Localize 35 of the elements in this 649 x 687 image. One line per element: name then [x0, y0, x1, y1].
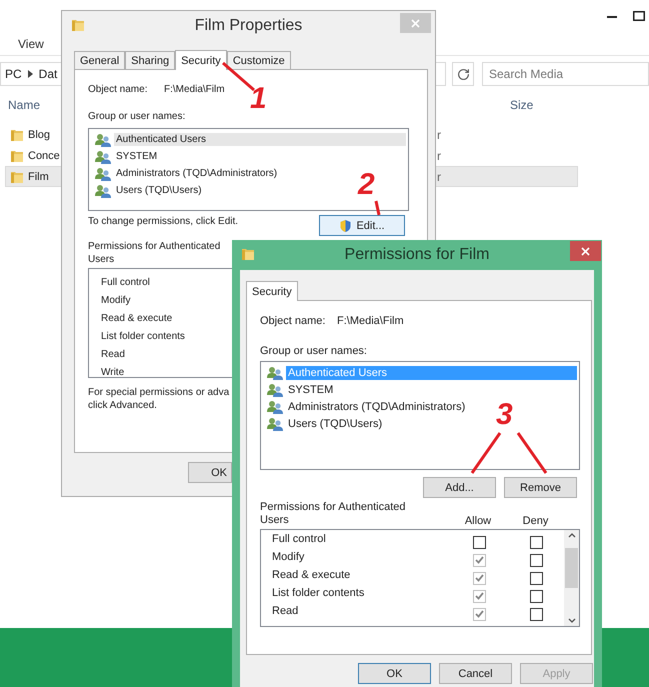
- file-name: Blog: [28, 128, 50, 140]
- column-header: Deny: [522, 515, 548, 527]
- type-cell-text: r: [436, 128, 442, 142]
- hint-text: For special permissions or adva: [88, 386, 230, 399]
- section-label: Permissions for Authenticated Users: [260, 501, 407, 527]
- permission-item: List folder contents: [100, 330, 185, 344]
- permission-name: Read: [271, 605, 300, 618]
- column-header: Allow: [464, 515, 492, 527]
- object-name: F:\Media\Film: [337, 315, 404, 328]
- permission-name: Full control: [271, 533, 327, 546]
- object-name: F:\Media\Film: [164, 83, 225, 96]
- file-name: Film: [28, 170, 49, 182]
- field-label: Object name:: [260, 315, 326, 328]
- annotation-number: 2: [358, 170, 375, 200]
- section-label: Permissions for Authenticated Users: [88, 240, 222, 266]
- permission-item: Write: [100, 366, 124, 380]
- permission-item: Read: [100, 348, 125, 362]
- permission-name: List folder contents: [271, 587, 366, 600]
- permission-item: Full control: [100, 276, 150, 290]
- permission-name: Modify: [271, 551, 306, 564]
- annotation-number: 3: [496, 400, 513, 430]
- file-name: Conce: [28, 150, 60, 162]
- type-cell-text: r: [436, 148, 442, 162]
- permission-name: Read & execute: [271, 569, 352, 582]
- hint-text: click Advanced.: [88, 399, 157, 412]
- field-label: Object name:: [88, 83, 148, 96]
- section-label: Group or user names:: [88, 110, 186, 123]
- window-title: Film Properties: [194, 17, 302, 35]
- hint-text: To change permissions, click Edit.: [88, 215, 238, 228]
- window-title: Permissions for Film: [344, 246, 490, 264]
- annotation-number: 1: [250, 84, 267, 114]
- permission-item: Modify: [100, 294, 130, 308]
- permission-item: Read & execute: [100, 312, 172, 326]
- type-cell-text: r: [436, 170, 442, 184]
- section-label: Group or user names:: [260, 345, 367, 358]
